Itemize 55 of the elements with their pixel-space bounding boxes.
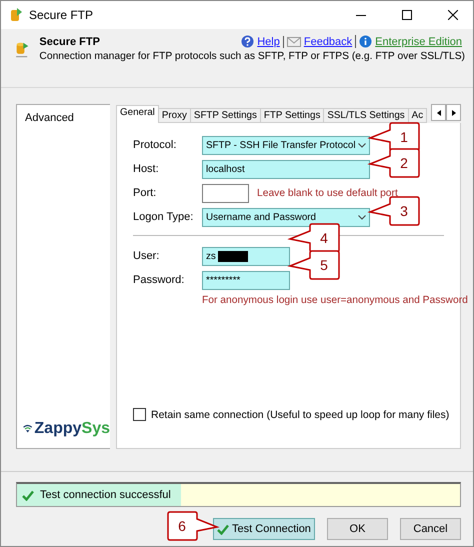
hint-text: For anonymous login use user=anonymous and Password [202,294,468,306]
input-field[interactable]: ********* [202,270,290,290]
check-icon [22,490,34,500]
callout: 2 [370,148,420,178]
sidebar-item[interactable]: Advanced [23,111,110,125]
field-label: Port: [133,187,158,199]
chevron-down-icon [358,142,366,148]
header-link[interactable]: Feedback [304,36,352,48]
field-label: Protocol: [133,139,178,151]
right-arrow-icon [452,110,456,116]
close-icon [448,10,458,20]
maximize-icon [402,10,412,20]
dropdown[interactable]: Username and Password [202,208,370,226]
ok-button[interactable]: OK [327,518,388,540]
tab[interactable]: Proxy [158,108,191,123]
minimize-icon [356,14,366,16]
field-label: Password: [133,274,186,286]
header-link[interactable]: Help [257,36,280,48]
tab[interactable]: SFTP Settings [190,108,261,123]
input-field[interactable]: zs [202,246,290,266]
test-connection-button[interactable]: Test Connection [213,518,315,540]
tab[interactable]: SSL/TLS Settings [323,108,409,123]
cancel-button[interactable]: Cancel [400,518,461,540]
header-title: Secure FTP [39,36,101,48]
chevron-down-icon [358,214,366,220]
callout: 4 [290,223,340,253]
scroll-left-button[interactable] [431,104,446,121]
tab[interactable]: Ac [408,108,428,123]
mail-icon [286,36,301,46]
field-label: Host: [133,163,160,175]
input-field[interactable]: localhost [202,160,370,178]
help-icon [241,35,254,48]
window-title: Secure FTP [29,8,94,22]
hint-text: Leave blank to use default port [257,188,398,198]
tab[interactable]: FTP Settings [260,108,324,123]
checkbox-label: Retain same connection (Useful to speed up loop for many files) [151,408,450,420]
input-field[interactable] [202,184,249,202]
status-message: Test connection successful [17,484,181,506]
info-icon [359,35,372,48]
field-label: User: [133,250,160,262]
callout: 5 [290,250,340,280]
field-label: Logon Type: [133,211,194,223]
redaction-bar [218,250,248,262]
checkbox[interactable] [133,408,146,421]
callout: 3 [370,196,420,226]
header-description: Connection manager for FTP protocols such as SFTP, FTP or FTPS (e.g. FTP over SSL/TLS) [39,51,465,62]
callout: 6 [168,511,218,541]
left-arrow-icon [436,110,440,116]
check-icon [217,524,230,534]
logo-text: ZappySys [34,420,110,438]
dropdown[interactable]: SFTP - SSH File Transfer Protocol [202,136,370,154]
header-link[interactable]: Enterprise Edition [375,36,462,48]
scroll-right-button[interactable] [446,104,461,121]
tab[interactable]: General [116,105,159,123]
app-icon [9,7,23,23]
